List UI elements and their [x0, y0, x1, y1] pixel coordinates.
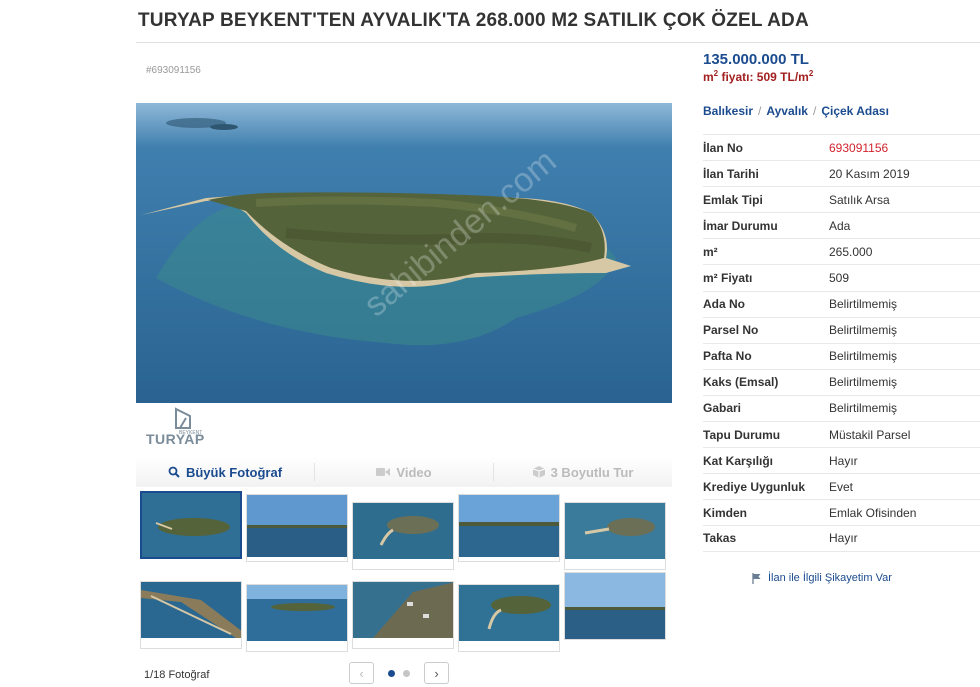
tab-big-photo[interactable]: Büyük Fotoğraf: [136, 457, 314, 487]
detail-value: Hayır: [829, 453, 858, 468]
photo-counter: 1/18 Fotoğraf: [144, 669, 210, 681]
listing-price: 135.000.000 TL: [703, 51, 809, 68]
detail-value: Emlak Ofisinden: [829, 505, 917, 520]
detail-key: Kaks (Emsal): [703, 375, 779, 390]
tab-video-label: Video: [396, 464, 432, 480]
complaint-link[interactable]: İlan ile İlgili Şikayetim Var: [752, 572, 892, 584]
listing-details-table: İlan No 693091156 İlan Tarihi 20 Kasım 2019…: [703, 134, 980, 552]
media-tabs: Büyük Fotoğraf Video 3 Boyutlu Tur: [136, 457, 672, 487]
tab-3d-tour-label: 3 Boyutlu Tur: [550, 464, 634, 480]
breadcrumb-separator: /: [758, 104, 762, 118]
detail-value: Satılık Arsa: [829, 192, 890, 207]
detail-row: m² 265.000: [703, 238, 980, 264]
detail-value: Hayır: [829, 531, 858, 546]
detail-key: m² Fiyatı: [703, 271, 753, 286]
detail-key: Kat Karşılığı: [703, 453, 774, 468]
detail-value: Evet: [829, 479, 854, 494]
detail-key: Pafta No: [703, 349, 752, 364]
thumbnail[interactable]: [246, 494, 348, 562]
detail-key: Takas: [703, 531, 737, 546]
detail-row: Ada No Belirtilmemiş: [703, 290, 980, 317]
listing-title: TURYAP BEYKENT'TEN AYVALIK'TA 268.000 M2…: [138, 10, 809, 31]
page-dot[interactable]: [388, 669, 395, 677]
complaint-label: İlan ile İlgili Şikayetim Var: [768, 572, 892, 584]
unit-price: m2 fiyatı: 509 TL/m2: [703, 69, 814, 84]
detail-value: Müstakil Parsel: [829, 427, 911, 442]
detail-row: Takas Hayır: [703, 525, 980, 552]
detail-row: İlan Tarihi 20 Kasım 2019: [703, 160, 980, 186]
detail-value: Belirtilmemiş: [829, 401, 898, 416]
detail-value: 20 Kasım 2019: [829, 166, 910, 181]
detail-row: Parsel No Belirtilmemiş: [703, 316, 980, 343]
cube-icon: [532, 466, 545, 478]
search-icon: [168, 466, 180, 478]
detail-value: Ada: [829, 218, 851, 233]
detail-value: 693091156: [829, 140, 889, 155]
detail-row: Tapu Durumu Müstakil Parsel: [703, 421, 980, 447]
tab-big-photo-label: Büyük Fotoğraf: [185, 464, 283, 480]
detail-key: İlan Tarihi: [703, 166, 759, 181]
flag-icon: [752, 572, 761, 584]
detail-row: Kat Karşılığı Hayır: [703, 447, 980, 473]
page-indicator: [380, 669, 418, 677]
detail-key: Kimden: [703, 505, 748, 520]
listing-code: #693091156: [146, 65, 201, 76]
detail-key: Krediye Uygunluk: [703, 479, 806, 494]
detail-row: İmar Durumu Ada: [703, 212, 980, 238]
thumbnail[interactable]: [140, 581, 242, 649]
main-listing-photo[interactable]: sahibinden.com: [136, 103, 672, 403]
detail-key: m²: [703, 244, 718, 259]
video-camera-icon: [376, 468, 391, 476]
detail-row: Krediye Uygunluk Evet: [703, 473, 980, 499]
detail-row: İlan No 693091156: [703, 134, 980, 160]
detail-key: Tapu Durumu: [703, 427, 781, 442]
breadcrumb-separator: /: [812, 104, 817, 118]
title-divider: [136, 42, 980, 43]
turyap-logo-text: TURYAP: [146, 431, 205, 447]
detail-row: m² Fiyatı 509: [703, 264, 980, 290]
thumbnail[interactable]: [458, 584, 560, 652]
detail-value: Belirtilmemiş: [829, 323, 898, 338]
detail-value: Belirtilmemiş: [829, 375, 898, 390]
detail-row: Pafta No Belirtilmemiş: [703, 342, 980, 369]
detail-key: Emlak Tipi: [703, 192, 763, 207]
tab-video[interactable]: Video: [315, 457, 493, 487]
breadcrumb-neighborhood[interactable]: Çiçek Adası: [821, 104, 889, 118]
detail-key: İmar Durumu: [703, 218, 778, 233]
thumbnail[interactable]: [140, 491, 242, 559]
detail-row: Kimden Emlak Ofisinden: [703, 499, 980, 525]
detail-row: Kaks (Emsal) Belirtilmemiş: [703, 368, 980, 395]
detail-key: İlan No: [703, 140, 744, 155]
gallery-pager: ‹ ›: [349, 662, 449, 684]
detail-key: Ada No: [703, 297, 745, 312]
next-page-button[interactable]: ›: [424, 662, 449, 684]
detail-value: Belirtilmemiş: [829, 297, 898, 312]
page-dot[interactable]: [403, 669, 410, 677]
detail-key: Parsel No: [703, 323, 759, 338]
thumbnail[interactable]: [352, 581, 454, 649]
breadcrumb-district[interactable]: Ayvalık: [766, 104, 808, 118]
detail-key: Gabari: [703, 401, 742, 416]
thumbnail[interactable]: [458, 494, 560, 562]
detail-row: Gabari Belirtilmemiş: [703, 394, 980, 421]
thumbnail[interactable]: [564, 572, 666, 640]
thumbnail[interactable]: [352, 502, 454, 570]
location-breadcrumb: Balıkesir / Ayvalık / Çiçek Adası: [703, 104, 889, 118]
breadcrumb-city[interactable]: Balıkesir: [703, 104, 753, 118]
detail-value: 265.000: [829, 244, 873, 259]
thumbnail[interactable]: [564, 502, 666, 570]
detail-row: Emlak Tipi Satılık Arsa: [703, 186, 980, 212]
tab-3d-tour[interactable]: 3 Boyutlu Tur: [494, 457, 672, 487]
thumbnail[interactable]: [246, 584, 348, 652]
detail-value: 509: [829, 271, 850, 286]
detail-value: Belirtilmemiş: [829, 349, 898, 364]
prev-page-button[interactable]: ‹: [349, 662, 374, 684]
